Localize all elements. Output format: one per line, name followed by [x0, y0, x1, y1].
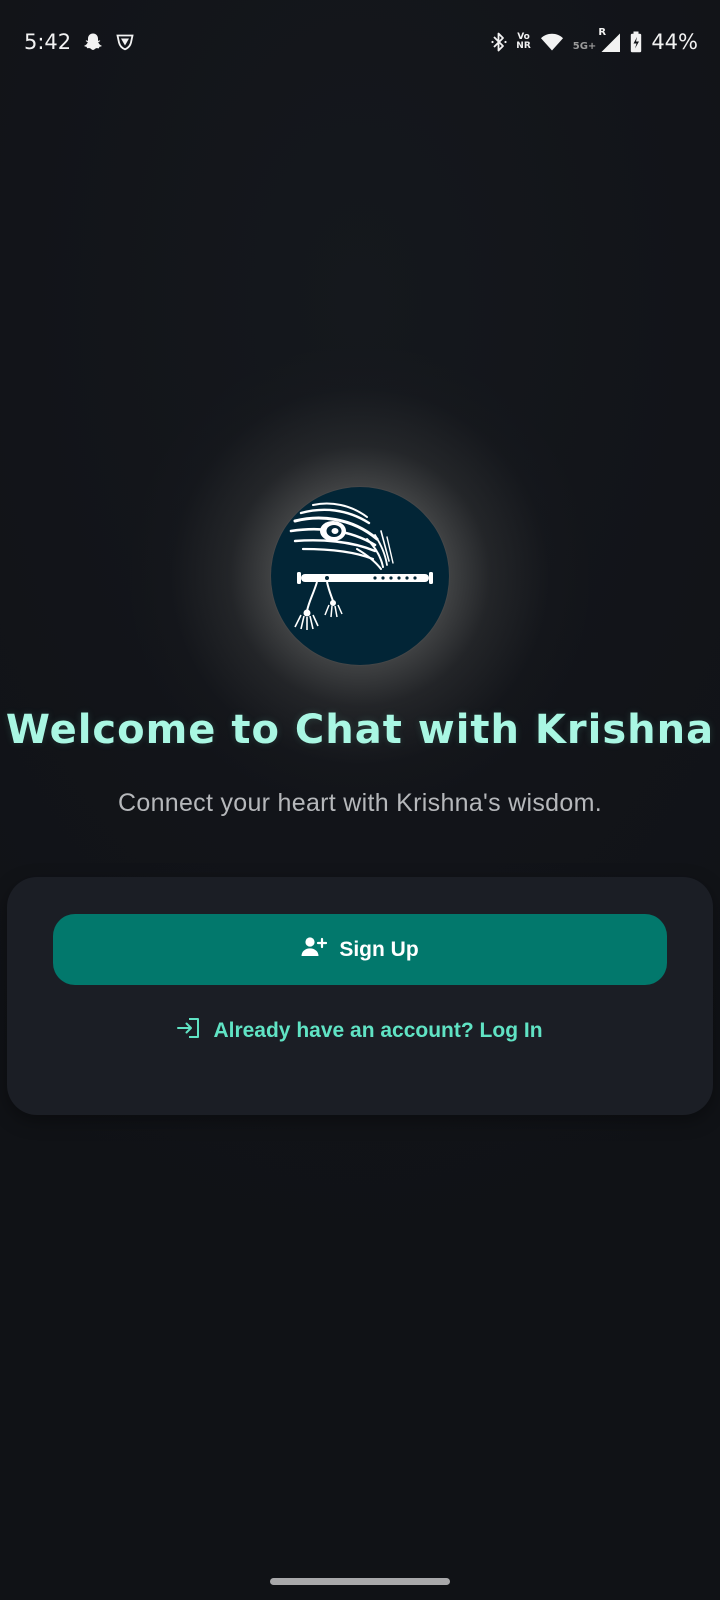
status-left: 5:42 [24, 30, 135, 54]
login-icon [177, 1017, 201, 1045]
home-indicator[interactable] [270, 1578, 450, 1585]
welcome-subtitle: Connect your heart with Krishna's wisdom… [118, 789, 602, 817]
sign-up-button[interactable]: Sign Up [53, 914, 667, 985]
roaming-label: R [598, 27, 607, 38]
status-right: Vo NR 5G+ R 44% [491, 27, 698, 54]
network-type-label: 5G+ [572, 40, 597, 52]
log-in-label: Already have an account? Log In [213, 1019, 543, 1042]
auth-card: Sign Up Already have an account? Log In [7, 877, 713, 1115]
volte-icon: Vo NR [516, 33, 530, 51]
snapchat-icon [83, 32, 103, 52]
vpn-shield-icon [115, 32, 135, 52]
sign-up-label: Sign Up [339, 937, 419, 961]
volte-bottom-label: NR [516, 41, 531, 51]
wifi-icon [540, 32, 564, 52]
welcome-title: Welcome to Chat with Krishna [5, 707, 715, 753]
peacock-feather-flute-icon [289, 502, 433, 630]
welcome-screen: 5:42 Vo NR 5G+ R 44% Welcome to Chat wit… [0, 0, 720, 1600]
app-logo [271, 487, 449, 665]
person-add-icon [301, 936, 328, 964]
status-time: 5:42 [24, 30, 72, 54]
battery-charging-icon [630, 31, 642, 53]
signal-icon: R [598, 27, 622, 53]
battery-percent: 44% [651, 30, 698, 54]
bluetooth-icon [491, 31, 507, 53]
log-in-link[interactable]: Already have an account? Log In [7, 1011, 713, 1051]
status-bar: 5:42 Vo NR 5G+ R 44% [0, 0, 720, 90]
